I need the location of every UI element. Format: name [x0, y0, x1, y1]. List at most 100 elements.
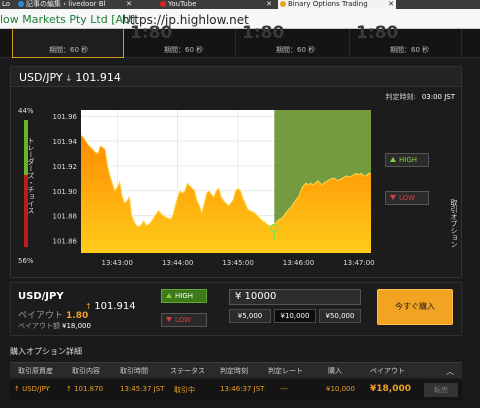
current-price-value: 101.914	[75, 71, 121, 84]
collapse-icon[interactable]: ︿	[446, 366, 454, 377]
expiry-period: 期間：60 秒	[276, 46, 316, 54]
y-tick-label: 101.94	[53, 138, 78, 146]
cell-asset-text: USD/JPY	[22, 385, 50, 393]
trade-price: ↑ 101.914	[85, 301, 136, 312]
browser-tab[interactable]: 記事の編集 ‹ livedoor Bl ✕	[16, 0, 134, 9]
payout-amount: ペイアウト額 ¥18,000	[18, 321, 91, 331]
column-header: 判定時刻	[220, 367, 248, 375]
chart-header: USD/JPY ↓ 101.914	[11, 67, 461, 87]
trade-price-value: 101.914	[94, 301, 136, 312]
current-price: ↓ 101.914	[65, 71, 121, 84]
low-label: LOW	[399, 194, 416, 202]
expiry-option[interactable]: 1:80 期間：60 秒	[124, 23, 236, 58]
high-label: HIGH	[175, 292, 194, 300]
site-icon	[280, 1, 286, 7]
column-header: 取引時間	[120, 367, 148, 375]
browser-tab[interactable]: Lo	[0, 0, 14, 9]
cell-asset: ↑ USD/JPY	[14, 385, 50, 393]
amount-preset-button[interactable]: ¥5,000	[229, 309, 271, 323]
cell-direction: ↑ 101.870	[66, 385, 103, 393]
sentiment-high-pct: 44%	[18, 107, 34, 115]
expiry-period: 期間：60 秒	[49, 46, 89, 54]
expiry-selector: 期間：60 秒 1:80 期間：60 秒 1:80 期間：60 秒 1:80 期…	[0, 23, 480, 58]
close-icon[interactable]: ✕	[388, 0, 394, 9]
browser-tab-active[interactable]: Binary Options Trading ✕	[278, 0, 396, 9]
judge-time: 判定時刻: 03:00 JST	[385, 92, 455, 102]
cell-payout: ¥18,000	[370, 384, 411, 394]
positions-title: 購入オプション詳細	[10, 347, 82, 356]
low-label: LOW	[175, 316, 192, 324]
tab-label: YouTube	[168, 0, 197, 8]
expiry-period: 期間：60 秒	[390, 46, 430, 54]
arrow-down-icon	[166, 317, 172, 322]
expiry-option[interactable]: 1:80 期間：60 秒	[350, 23, 462, 58]
arrow-up-icon	[390, 157, 396, 162]
sentiment-label: トレーダーズ・チョイス	[27, 137, 35, 214]
investment-amount-input[interactable]: ¥ 10000	[229, 289, 361, 305]
sentiment-low-pct: 56%	[18, 257, 34, 265]
cell-direction-text: 101.870	[74, 385, 104, 393]
browser-tab[interactable]: YouTube ✕	[158, 0, 274, 9]
y-tick-label: 101.92	[53, 163, 78, 171]
chart-high-button[interactable]: HIGH	[385, 153, 429, 167]
close-icon[interactable]: ✕	[266, 0, 272, 9]
amount-preset-button[interactable]: ¥10,000	[274, 309, 316, 323]
x-tick-label: 13:43:00	[102, 259, 133, 267]
expiry-time: 1:80	[356, 23, 399, 43]
cell-judge-rate: ---	[280, 385, 288, 393]
positions-table-header: 取引原資産 取引内容 取引時間 ステータス 判定時刻 判定レート 購入 ペイアウ…	[10, 362, 462, 378]
expiry-period: 期間：60 秒	[164, 46, 204, 54]
trade-controls: USD/JPY ↑ 101.914 ペイアウト 1.80 ペイアウト額 ¥18,00…	[10, 282, 462, 336]
youtube-icon	[160, 1, 166, 7]
low-button[interactable]: LOW	[161, 313, 207, 327]
cell-time: 13:45:37 JST	[120, 385, 165, 393]
y-tick-label: 101.96	[53, 113, 78, 121]
price-chart[interactable]: 101.96 101.94 101.92 101.90 101.88 101.86 13:4…	[41, 104, 377, 269]
column-header: ペイアウト	[370, 367, 405, 375]
arrow-up-icon: ↑	[14, 385, 23, 393]
address-bar[interactable]: low Markets Pty Ltd [AU] https://jp.high…	[0, 9, 480, 29]
column-header: 購入	[328, 367, 342, 375]
x-tick-label: 13:44:00	[162, 259, 193, 267]
arrow-up-icon: ↑	[66, 385, 75, 393]
buy-now-button[interactable]: 今すぐ購入	[377, 289, 453, 325]
traders-choice: 44% トレーダーズ・チョイス 56%	[18, 107, 40, 265]
high-button[interactable]: HIGH	[161, 289, 207, 303]
expiry-time: 1:80	[242, 23, 285, 43]
cell-status: 取引中	[174, 386, 195, 394]
judge-time-label: 判定時刻:	[385, 93, 416, 101]
payout-rate: ペイアウト 1.80	[18, 308, 88, 321]
payout-value: 1.80	[66, 311, 89, 321]
browser-tabbar: Lo 記事の編集 ‹ livedoor Bl ✕ YouTube ✕ Binary …	[0, 0, 480, 9]
x-tick-label: 13:47:00	[343, 259, 374, 267]
y-tick-label: 101.90	[53, 188, 78, 196]
expiry-option[interactable]: 期間：60 秒	[12, 29, 124, 58]
asset-pair: USD/JPY	[19, 71, 63, 84]
arrow-down-icon: ↓	[65, 74, 76, 84]
arrow-down-icon	[390, 195, 396, 200]
site-icon	[18, 1, 24, 7]
trade-asset-pair: USD/JPY	[18, 291, 64, 302]
arrow-up-icon	[166, 293, 172, 298]
y-tick-label: 101.86	[53, 238, 78, 246]
chart-panel: USD/JPY ↓ 101.914 判定時刻: 03:00 JST 44% トレー…	[10, 66, 462, 278]
judge-time-value: 03:00 JST	[421, 93, 455, 101]
tab-label: Binary Options Trading	[288, 0, 368, 8]
close-icon[interactable]: ✕	[126, 0, 132, 9]
y-tick-label: 101.88	[53, 213, 78, 221]
cell-judge-time: 13:46:37 JST	[220, 385, 265, 393]
payout-label: ペイアウト	[18, 311, 64, 321]
payout-amount-label: ペイアウト額	[18, 322, 60, 330]
column-header: ステータス	[170, 367, 205, 375]
chart-low-button[interactable]: LOW	[385, 191, 429, 205]
column-header: 取引内容	[72, 367, 100, 375]
column-header: 取引原資産	[18, 367, 53, 375]
x-tick-label: 13:46:00	[283, 259, 314, 267]
amount-preset-button[interactable]: ¥50,000	[319, 309, 361, 323]
expiry-option[interactable]: 1:80 期間：60 秒	[236, 23, 350, 58]
tab-label: Lo	[2, 0, 11, 8]
x-tick-label: 13:45:00	[222, 259, 253, 267]
resell-button[interactable]: 転売	[424, 383, 458, 397]
high-label: HIGH	[399, 156, 418, 164]
security-indicator[interactable]: low Markets Pty Ltd [AU]	[0, 13, 135, 26]
